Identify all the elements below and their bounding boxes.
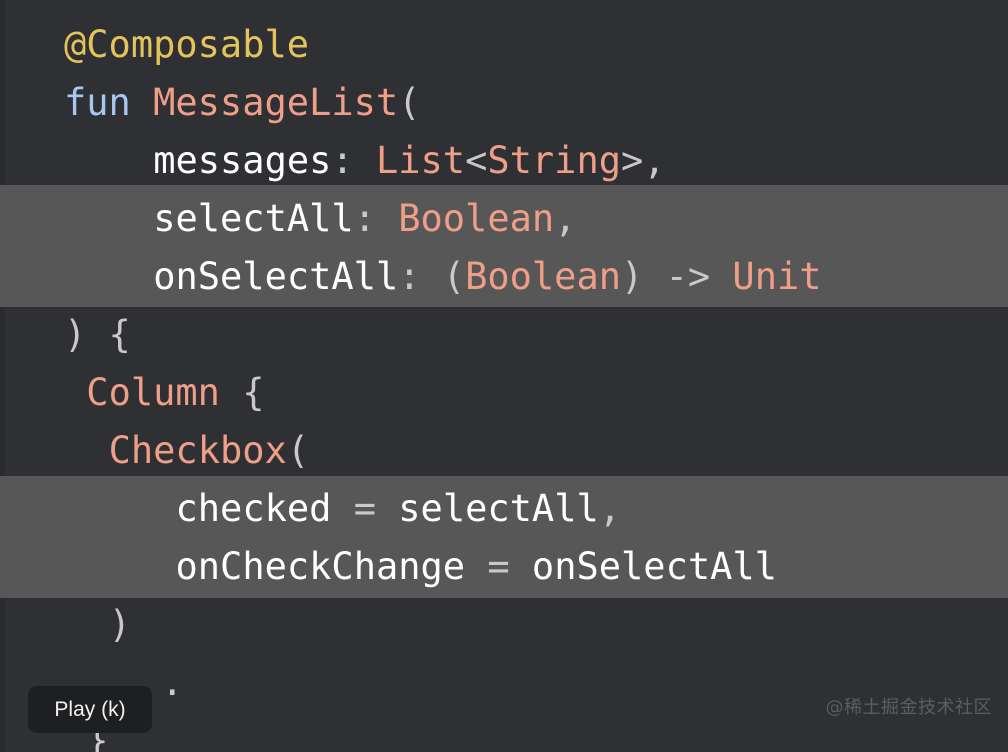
code-token: fun — [64, 81, 131, 124]
play-button-label: Play (k) — [54, 697, 126, 721]
code-token: : — [353, 197, 376, 240]
watermark-text: @稀土掘金技术社区 — [825, 697, 992, 718]
code-token: messages — [153, 139, 332, 182]
code-token: , — [554, 197, 577, 240]
code-slide: @Composable fun MessageList(messages: Lis… — [0, 0, 1008, 752]
code-token: ( — [398, 81, 421, 124]
code-line: messages: List<String>, — [0, 132, 1008, 190]
code-line: @Composable — [0, 16, 1008, 74]
code-line: ) { — [0, 306, 1008, 364]
code-line: ) — [0, 596, 1008, 654]
code-token: Column — [86, 371, 220, 414]
code-token: , — [643, 139, 666, 182]
code-token: Boolean — [465, 255, 622, 298]
code-token: -> — [665, 255, 711, 298]
code-token: String — [487, 139, 622, 182]
code-line: onCheckChange = onSelectAll — [0, 538, 1008, 596]
code-token: checked — [175, 487, 332, 530]
code-line: checked = selectAll, — [0, 480, 1008, 538]
code-token: : — [398, 255, 421, 298]
code-token: @Composable — [64, 23, 310, 66]
code-token: onSelectAll — [531, 545, 777, 588]
code-token: Unit — [732, 255, 822, 298]
code-token: selectAll — [398, 487, 599, 530]
code-token: > — [621, 139, 644, 182]
code-token: ) { — [64, 313, 131, 356]
code-token: List — [375, 139, 466, 182]
play-button-tooltip[interactable]: Play (k) — [28, 686, 152, 733]
code-token: = — [465, 545, 532, 588]
code-token: onCheckChange — [175, 545, 466, 588]
code-token: < — [465, 139, 488, 182]
code-token: Boolean — [398, 197, 555, 240]
code-token: ) — [108, 603, 131, 646]
code-token: selectAll — [153, 197, 354, 240]
code-token: , — [598, 487, 622, 530]
code-line: onSelectAll: (Boolean) -> Unit — [0, 248, 1008, 306]
code-line: fun MessageList( — [0, 74, 1008, 132]
code-token: : — [331, 139, 354, 182]
code-token: ( — [420, 255, 466, 298]
code-line: Checkbox( — [0, 422, 1008, 480]
code-token: ( — [286, 429, 310, 472]
code-line: Column { — [0, 364, 1008, 422]
code-token: ) — [621, 255, 666, 298]
code-line: selectAll: Boolean, — [0, 190, 1008, 248]
code-token: = — [331, 487, 399, 530]
code-token: Checkbox — [108, 429, 287, 472]
code-token: { — [219, 371, 265, 414]
code-token: onSelectAll — [153, 255, 399, 298]
code-token: MessageList — [153, 81, 399, 124]
